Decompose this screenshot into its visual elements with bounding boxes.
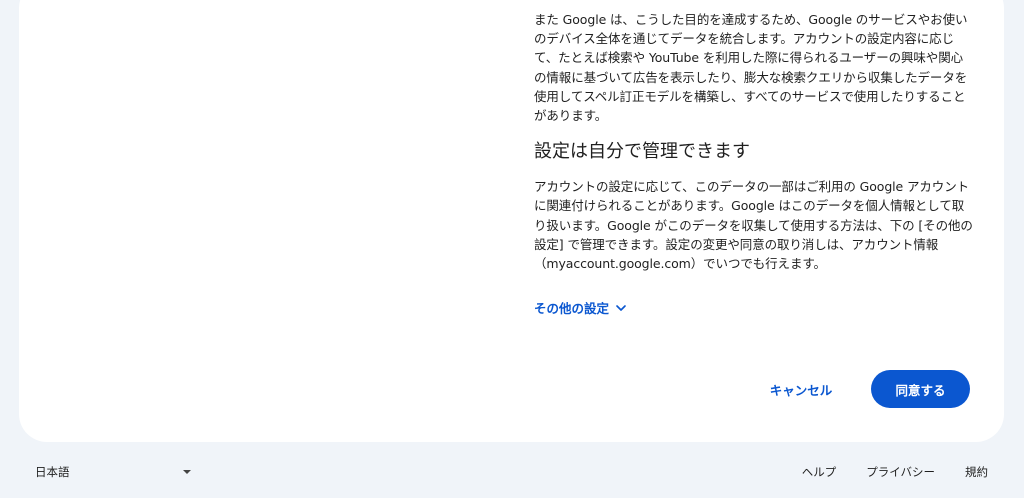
settings-heading: 設定は自分で管理できます	[534, 141, 750, 163]
privacy-link[interactable]: プライバシー	[866, 464, 935, 480]
cancel-button[interactable]: キャンセル	[754, 370, 848, 408]
help-link[interactable]: ヘルプ	[802, 464, 837, 480]
agree-button[interactable]: 同意する	[871, 370, 970, 408]
language-selector[interactable]: 日本語	[35, 464, 195, 480]
more-options-button[interactable]: その他の設定	[534, 298, 629, 317]
footer: 日本語 ヘルプ プライバシー 規約	[0, 455, 1024, 489]
terms-link[interactable]: 規約	[965, 464, 988, 480]
caret-down-icon	[183, 470, 191, 474]
footer-links: ヘルプ プライバシー 規約	[802, 464, 988, 480]
account-settings-paragraph: アカウントの設定に応じて、このデータの一部はご利用の Google アカウントに…	[534, 179, 973, 272]
data-usage-paragraph: また Google は、こうした目的を達成するため、Google のサービスやお…	[534, 12, 968, 124]
consent-content: また Google は、こうした目的を達成するため、Google のサービスやお…	[534, 10, 974, 273]
chevron-down-icon	[616, 304, 626, 311]
language-label: 日本語	[35, 465, 70, 479]
more-options-label: その他の設定	[534, 301, 610, 316]
